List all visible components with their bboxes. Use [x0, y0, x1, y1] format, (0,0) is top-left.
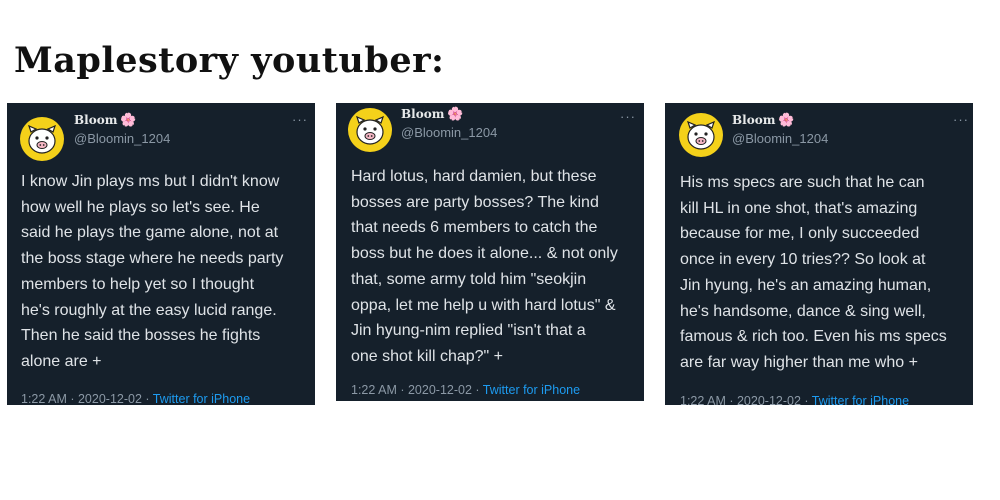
display-name[interactable]: Bloom 🌸	[732, 113, 795, 128]
page-heading: Maplestory youtuber:	[14, 40, 445, 81]
tweet-source-link[interactable]: Twitter for iPhone	[812, 394, 909, 405]
more-options-icon[interactable]: ···	[620, 109, 636, 124]
tweet-card[interactable]: Bloom 🌸 @Bloomin_1204 ··· His ms specs ar…	[665, 103, 973, 405]
tweet-text: Hard lotus, hard damien, but these bosse…	[351, 168, 618, 365]
more-options-icon[interactable]: ···	[953, 112, 969, 127]
tweet-timestamp[interactable]: 1:22 AM · 2020-12-02 ·	[680, 394, 812, 405]
more-options-icon[interactable]: ···	[292, 112, 308, 127]
tweet-meta: 1:22 AM · 2020-12-02 · Twitter for iPhon…	[351, 383, 580, 397]
tweet-source-link[interactable]: Twitter for iPhone	[153, 392, 250, 405]
pig-face-avatar-icon[interactable]	[348, 108, 392, 152]
tweet-meta: 1:22 AM · 2020-12-02 · Twitter for iPhon…	[21, 392, 250, 405]
user-handle[interactable]: @Bloomin_1204	[74, 131, 170, 146]
pig-face-avatar-icon[interactable]	[679, 113, 723, 157]
tweet-meta: 1:22 AM · 2020-12-02 · Twitter for iPhon…	[680, 394, 909, 405]
tweet-text: His ms specs are such that he can kill H…	[680, 174, 947, 371]
tweet-card[interactable]: Bloom 🌸 @Bloomin_1204 ··· Hard lotus, har…	[336, 103, 644, 401]
cherry-blossom-icon: 🌸	[120, 113, 137, 128]
tweet-timestamp[interactable]: 1:22 AM · 2020-12-02 ·	[351, 383, 483, 397]
tweet-text: I know Jin plays ms but I didn't know ho…	[21, 173, 284, 370]
tweet-source-link[interactable]: Twitter for iPhone	[483, 383, 580, 397]
tweet-card[interactable]: Bloom 🌸 @Bloomin_1204 ··· I know Jin play…	[7, 103, 315, 405]
user-handle[interactable]: @Bloomin_1204	[401, 125, 497, 140]
cherry-blossom-icon: 🌸	[778, 113, 795, 128]
tweet-timestamp[interactable]: 1:22 AM · 2020-12-02 ·	[21, 392, 153, 405]
cherry-blossom-icon: 🌸	[447, 107, 464, 122]
display-name[interactable]: Bloom 🌸	[401, 107, 464, 122]
user-handle[interactable]: @Bloomin_1204	[732, 131, 828, 146]
display-name[interactable]: Bloom 🌸	[74, 113, 137, 128]
pig-face-avatar-icon[interactable]	[20, 117, 64, 161]
